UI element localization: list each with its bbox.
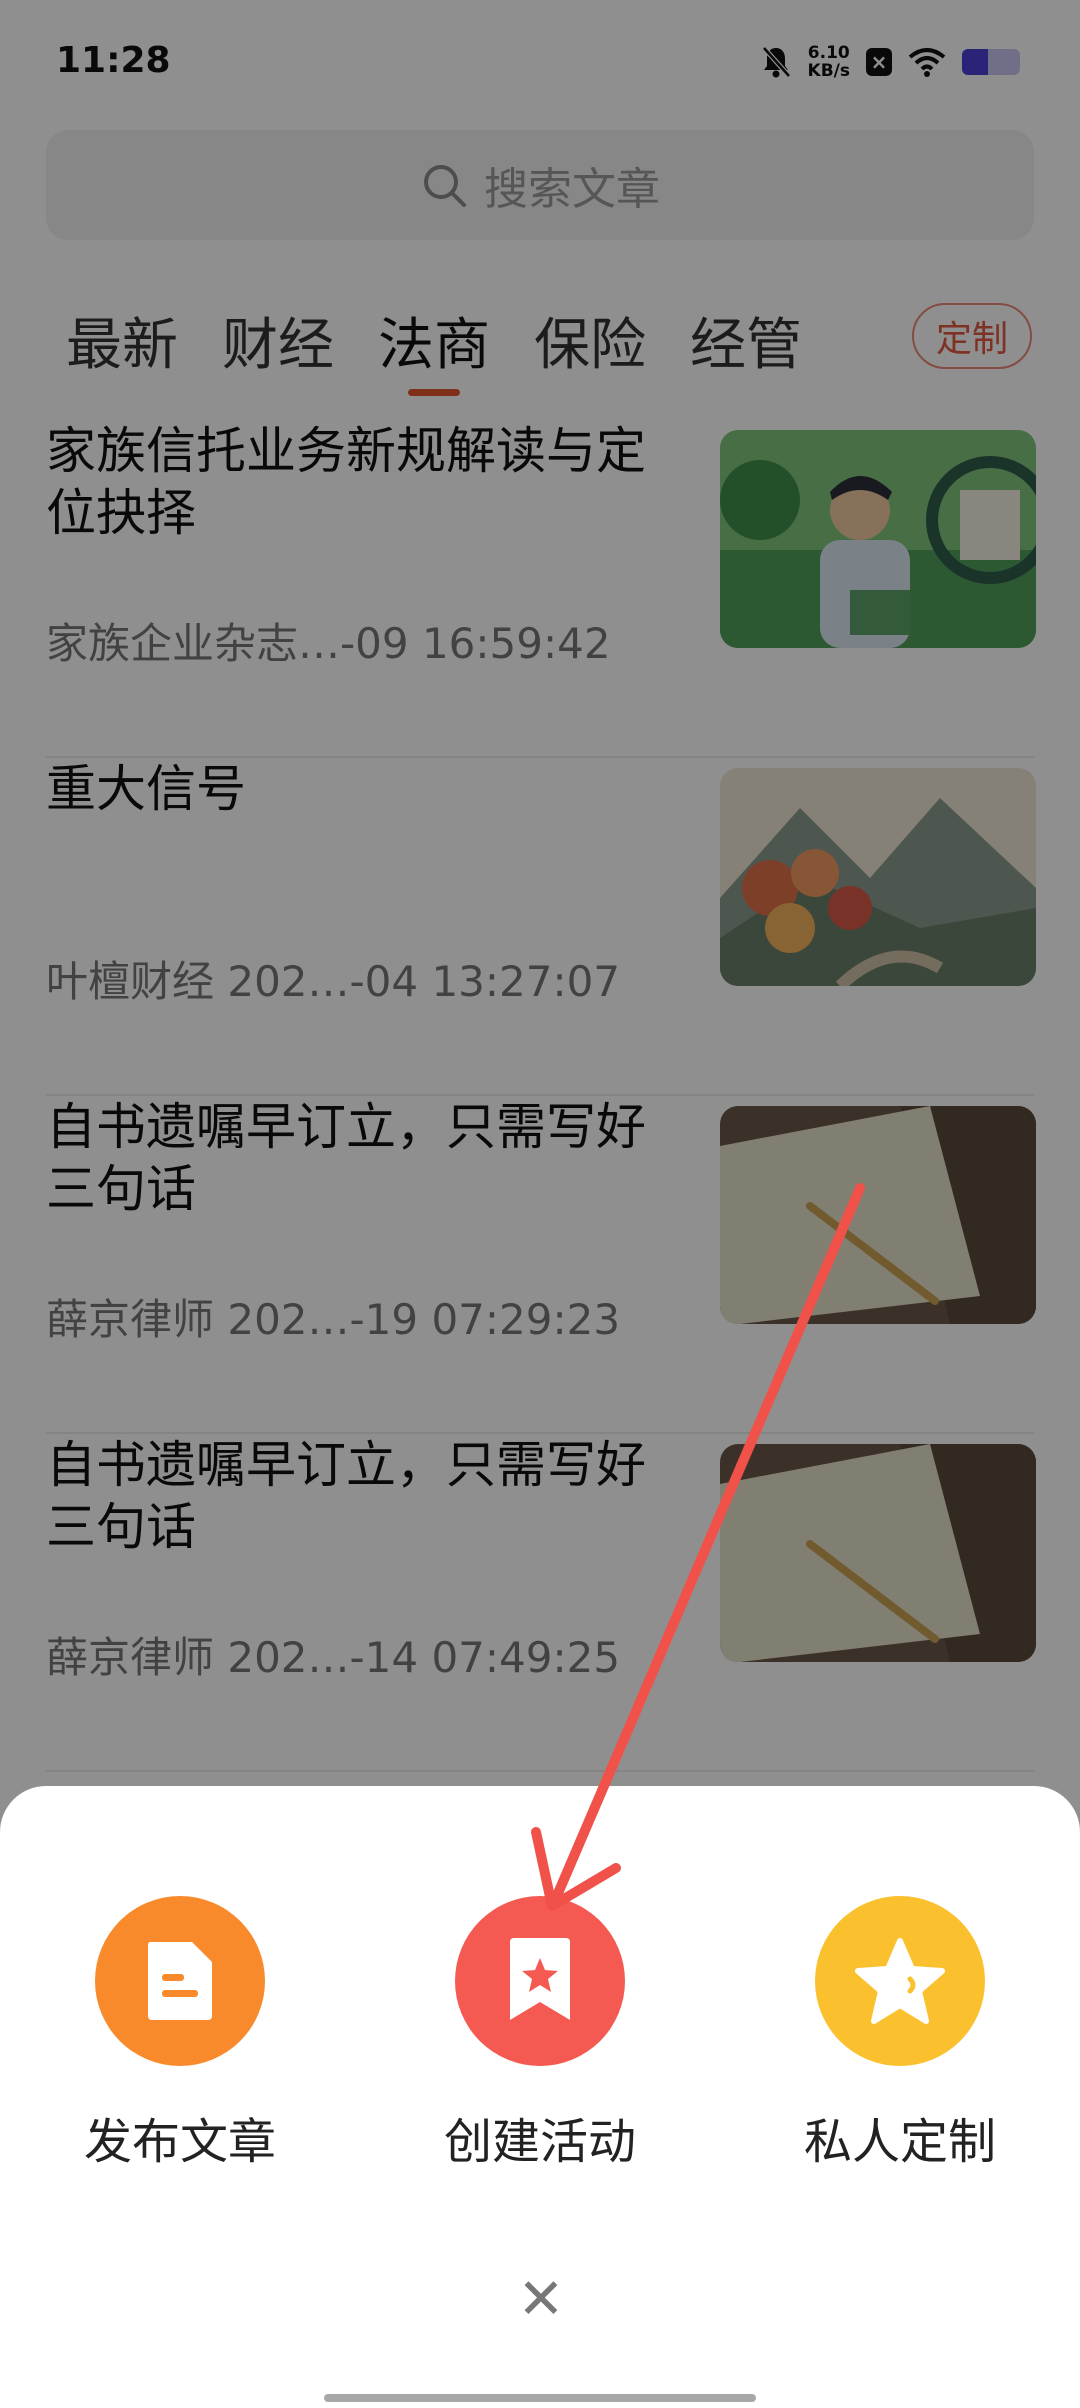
create-event-circle — [455, 1896, 625, 2066]
create-event-label: 创建活动 — [443, 2114, 636, 2170]
publish-article-label: 发布文章 — [83, 2114, 276, 2170]
private-custom-label: 私人定制 — [803, 2114, 996, 2170]
document-icon — [148, 1942, 212, 2020]
star-icon — [855, 1938, 945, 2024]
create-event-button[interactable]: 创建活动 — [410, 1896, 670, 2172]
private-custom-button[interactable]: 私人定制 — [770, 1896, 1030, 2172]
home-indicator[interactable] — [324, 2394, 756, 2402]
star-bookmark-icon — [510, 1938, 570, 2020]
close-icon[interactable]: ✕ — [511, 2270, 571, 2330]
app-screen: 11:28 6.10 KB/s × 搜索文章 最新 财经 法商 保险 经管 定制… — [0, 0, 1080, 2408]
publish-article-circle — [95, 1896, 265, 2066]
publish-article-button[interactable]: 发布文章 — [50, 1896, 310, 2172]
private-custom-circle — [815, 1896, 985, 2066]
